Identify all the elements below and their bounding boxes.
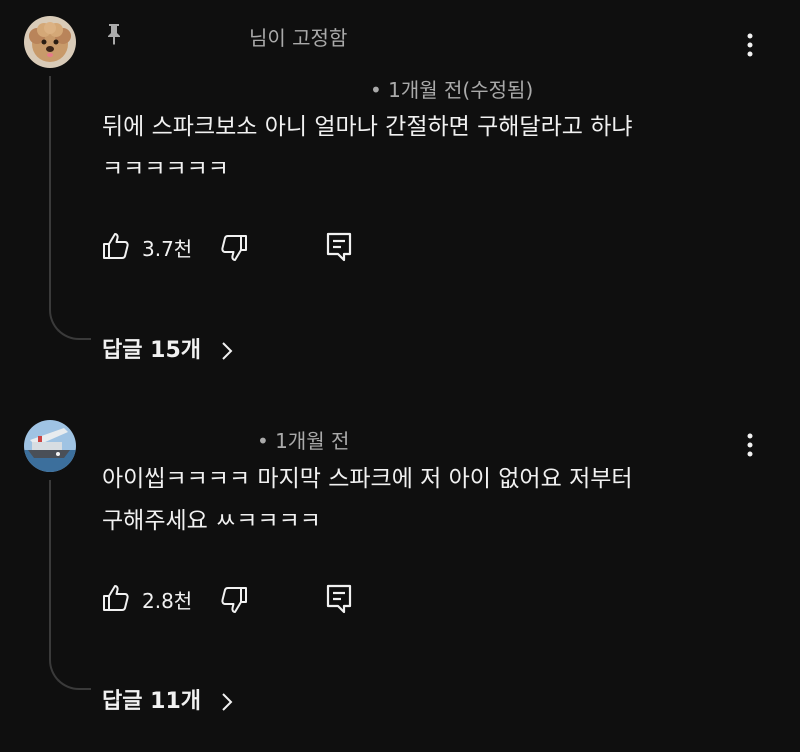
like-count: 3.7천 [142,237,193,261]
view-replies-button[interactable]: 답글 11개 [102,683,233,715]
comment-text: 아이씹ㅋㅋㅋㅋ 마지막 스파크에 저 아이 없어요 저부터 구해주세요 ㅆㅋㅋㅋ… [102,466,633,534]
chevron-right-icon [221,693,233,711]
more-options-icon[interactable] [740,430,760,460]
view-replies-button[interactable]: 답글 15개 [102,332,233,364]
reply-icon[interactable] [324,230,354,262]
replies-label: 답글 15개 [102,338,201,363]
more-options-icon[interactable] [740,30,760,60]
like-icon[interactable] [100,582,132,614]
dislike-icon[interactable] [218,584,250,616]
comment-timestamp: • 1개월 전 [257,429,350,453]
pinned-label: 님이 고정함 [249,26,348,50]
like-count: 2.8천 [142,589,193,613]
thread-connector [49,76,91,340]
comment-timestamp: • 1개월 전(수정됨) [370,78,534,102]
dislike-icon[interactable] [218,232,250,264]
comment-item: 님이 고정함 • 1개월 전(수정됨) 뒤에 스파크보소 아니 얼마나 간절하면… [0,0,800,380]
avatar[interactable] [24,16,76,68]
comment-item: • 1개월 전 아이씹ㅋㅋㅋㅋ 마지막 스파크에 저 아이 없어요 저부터 구해… [0,400,800,752]
reply-icon[interactable] [324,582,354,614]
avatar[interactable] [24,420,76,472]
chevron-right-icon [221,342,233,360]
like-icon[interactable] [100,230,132,262]
ship-avatar-icon [24,420,76,472]
dog-avatar-icon [24,16,76,68]
comment-text: 뒤에 스파크보소 아니 얼마나 간절하면 구해달라고 하냐 ㅋㅋㅋㅋㅋㅋ [102,114,633,182]
thread-connector [49,480,91,690]
pin-icon [108,24,120,45]
replies-label: 답글 11개 [102,689,201,714]
